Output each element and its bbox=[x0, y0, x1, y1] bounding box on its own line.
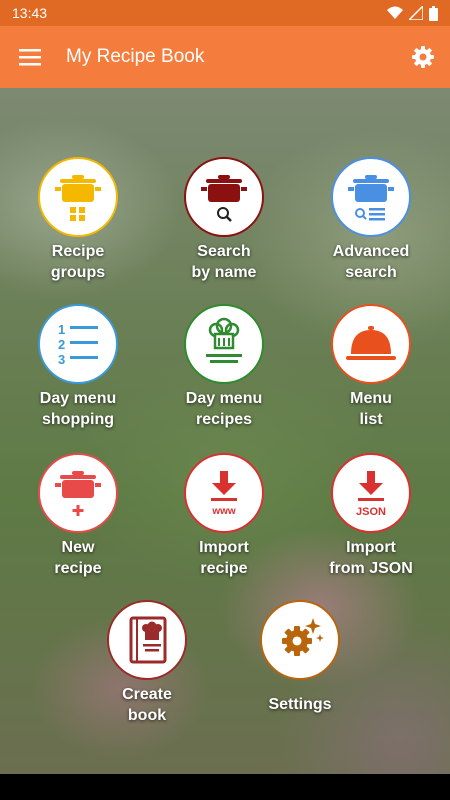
pot-search-icon bbox=[201, 175, 247, 222]
recipe-groups-tile[interactable]: Recipe groups bbox=[3, 157, 153, 283]
status-icons bbox=[387, 5, 438, 21]
svg-text:3: 3 bbox=[58, 352, 65, 367]
day-menu-recipes-circle bbox=[184, 304, 264, 384]
pot-add-icon bbox=[55, 471, 101, 516]
import-json-circle: JSON bbox=[331, 453, 411, 533]
recipe-groups-label: Recipe groups bbox=[50, 243, 106, 281]
day-menu-shopping-circle: 1 2 3 bbox=[38, 304, 118, 384]
import-recipe-circle: www bbox=[184, 453, 264, 533]
import-json-label: Import from JSON bbox=[329, 539, 413, 577]
download-json-icon: JSON bbox=[356, 471, 386, 518]
settings-button[interactable] bbox=[396, 26, 450, 88]
search-by-name-circle bbox=[184, 157, 264, 237]
wifi-icon bbox=[387, 6, 403, 19]
download-www-icon: www bbox=[211, 471, 237, 517]
signal-icon bbox=[409, 6, 423, 20]
recipe-groups-circle bbox=[38, 157, 118, 237]
settings-circle bbox=[260, 600, 340, 680]
create-book-label: Create book bbox=[122, 686, 172, 724]
import-json-tile[interactable]: JSON Import from JSON bbox=[296, 453, 446, 579]
svg-text:JSON: JSON bbox=[356, 506, 386, 518]
menu-list-circle bbox=[331, 304, 411, 384]
hamburger-menu-icon bbox=[19, 49, 41, 66]
app-title: My Recipe Book bbox=[66, 46, 205, 67]
svg-text:www: www bbox=[211, 506, 236, 517]
advanced-search-label: Advanced search bbox=[332, 243, 410, 281]
day-menu-shopping-label: Day menu shopping bbox=[39, 390, 117, 428]
day-menu-recipes-label: Day menu recipes bbox=[185, 390, 263, 428]
pot-advanced-search-icon bbox=[348, 175, 394, 221]
new-recipe-tile[interactable]: New recipe bbox=[3, 453, 153, 579]
create-book-circle bbox=[107, 600, 187, 680]
menu-list-label: Menu list bbox=[350, 390, 392, 428]
svg-text:2: 2 bbox=[58, 337, 65, 352]
search-by-name-tile[interactable]: Search by name bbox=[149, 157, 299, 283]
svg-text:1: 1 bbox=[58, 322, 65, 337]
settings-tile[interactable]: Settings bbox=[225, 600, 375, 715]
gear-icon bbox=[412, 46, 434, 68]
import-recipe-label: Import recipe bbox=[199, 539, 249, 577]
advanced-search-tile[interactable]: Advanced search bbox=[296, 157, 446, 283]
battery-icon bbox=[429, 5, 438, 21]
gears-icon bbox=[282, 618, 324, 656]
cloche-icon bbox=[346, 326, 396, 360]
menu-list-tile[interactable]: Menu list bbox=[296, 304, 446, 430]
pot-groups-icon bbox=[55, 175, 101, 221]
day-menu-recipes-tile[interactable]: Day menu recipes bbox=[149, 304, 299, 430]
create-book-tile[interactable]: Create book bbox=[72, 600, 222, 726]
new-recipe-label: New recipe bbox=[54, 539, 102, 577]
day-menu-shopping-tile[interactable]: 1 2 3 Day menu shopping bbox=[3, 304, 153, 430]
menu-button[interactable] bbox=[0, 26, 60, 88]
import-recipe-tile[interactable]: www Import recipe bbox=[149, 453, 299, 579]
new-recipe-circle bbox=[38, 453, 118, 533]
settings-label: Settings bbox=[268, 696, 332, 713]
cookbook-icon bbox=[129, 616, 167, 664]
numbered-list-icon: 1 2 3 bbox=[58, 322, 98, 367]
search-by-name-label: Search by name bbox=[191, 243, 257, 281]
status-time: 13:43 bbox=[12, 5, 48, 21]
app-bar: My Recipe Book bbox=[0, 26, 450, 88]
chef-hat-icon bbox=[206, 317, 242, 363]
status-bar: 13:43 bbox=[0, 0, 450, 26]
navigation-bar bbox=[0, 774, 450, 800]
advanced-search-circle bbox=[331, 157, 411, 237]
